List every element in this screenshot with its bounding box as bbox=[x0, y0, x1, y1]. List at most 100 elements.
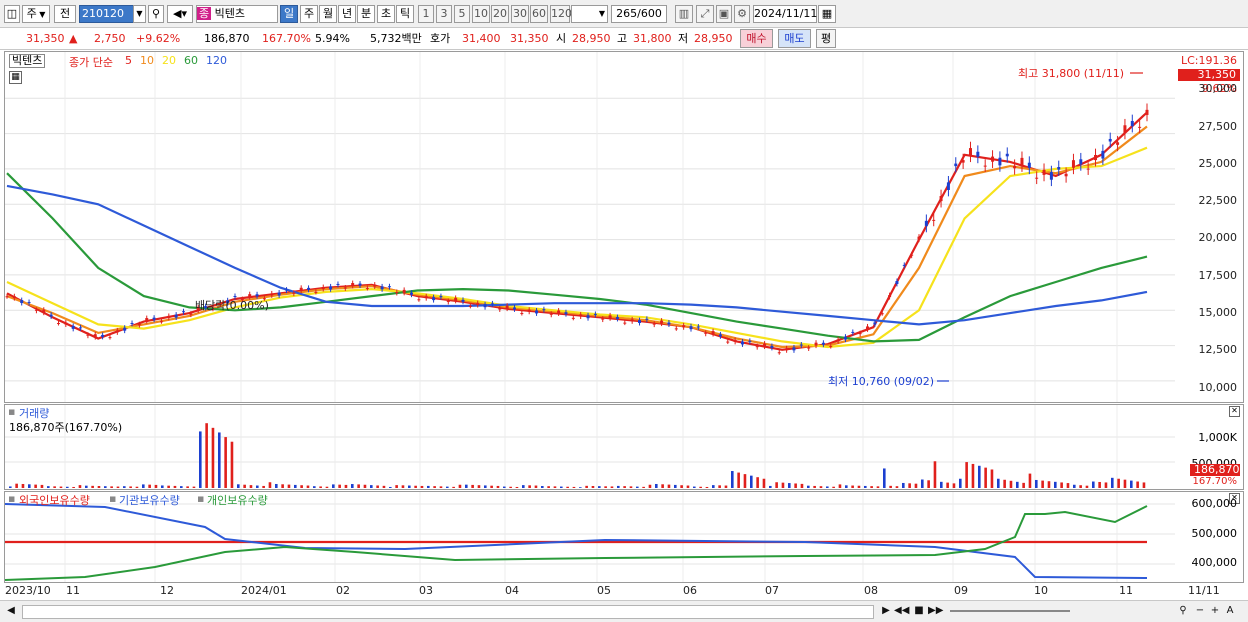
volume-bar bbox=[262, 485, 265, 488]
volume-bar bbox=[1123, 479, 1127, 488]
volume-bar bbox=[699, 486, 702, 488]
candle-body bbox=[439, 296, 443, 298]
search-icon[interactable]: ⚲ bbox=[148, 5, 164, 23]
holdings-tick-500k: 500,000 bbox=[1191, 527, 1238, 540]
volume-bar bbox=[1136, 481, 1139, 488]
volume-bar bbox=[452, 486, 455, 488]
volume-chart-panel[interactable]: ▪ 거래량 186,870주(167.70%) ✕ 1,000K 500,000… bbox=[4, 404, 1244, 490]
volume-bar bbox=[750, 475, 753, 488]
candle-body bbox=[42, 309, 46, 313]
interval-5-button[interactable]: 5 bbox=[454, 5, 470, 23]
period-4-button[interactable]: 분 bbox=[357, 5, 375, 23]
volume-bar bbox=[1054, 481, 1057, 488]
ma-60-legend: 60 bbox=[184, 54, 198, 67]
candle-body bbox=[829, 346, 833, 348]
candle-body bbox=[770, 345, 774, 348]
x-label: 11 bbox=[1119, 584, 1133, 597]
buy-button[interactable]: 매수 bbox=[740, 29, 773, 48]
candle-body bbox=[5, 296, 9, 298]
volume-bar bbox=[59, 486, 63, 488]
period-6-button[interactable]: 틱 bbox=[396, 5, 414, 23]
holdings-chart-panel[interactable]: ▪ 외국인보유수량 ▪ 기관보유수량 ▪ 개인보유수량 ✕ 600,000 50… bbox=[4, 491, 1244, 583]
stop-icon[interactable]: ■ bbox=[912, 603, 926, 619]
date-field[interactable]: 2024/11/11 bbox=[753, 5, 817, 23]
scroll-bar[interactable]: ◀ ▶ ◀◀ ■ ▶▶ ⚲ − + A bbox=[0, 600, 1248, 622]
volume-tag-pct: 167.70% bbox=[1192, 476, 1238, 487]
sell-button[interactable]: 매도 bbox=[778, 29, 811, 48]
candle-body bbox=[365, 288, 369, 290]
volume-bar bbox=[129, 486, 132, 488]
panel-marker-icon: ▪ bbox=[8, 492, 16, 505]
volume-bar bbox=[40, 484, 44, 488]
chart-type-icon[interactable]: ▥ bbox=[675, 5, 693, 23]
x-label: 03 bbox=[419, 584, 433, 597]
zoom-in-icon[interactable]: + bbox=[1208, 603, 1222, 619]
stock-name: 빅텐츠 bbox=[214, 7, 245, 20]
scroll-track[interactable] bbox=[22, 605, 874, 619]
zoom-out-icon[interactable]: − bbox=[1193, 603, 1207, 619]
calendar-icon[interactable]: ▦ bbox=[818, 5, 836, 23]
count-field[interactable]: 265/600 bbox=[611, 5, 667, 23]
interval-30-button[interactable]: 30 bbox=[511, 5, 529, 23]
count-dropdown[interactable]: ▼ bbox=[571, 5, 608, 23]
interval-60-button[interactable]: 60 bbox=[530, 5, 548, 23]
period-2-button[interactable]: 월 bbox=[319, 5, 337, 23]
candle-body bbox=[329, 286, 333, 290]
code-dropdown-icon[interactable]: ▼ bbox=[133, 5, 146, 23]
interval-10-button[interactable]: 10 bbox=[472, 5, 490, 23]
volume-bar bbox=[319, 486, 322, 488]
up-arrow-icon: ▲ bbox=[69, 32, 78, 45]
close-icon[interactable]: ✕ bbox=[1229, 406, 1240, 417]
prev-button[interactable]: 전 bbox=[54, 5, 76, 23]
period-3-button[interactable]: 년 bbox=[338, 5, 356, 23]
candle-body bbox=[152, 317, 156, 320]
volume-bar bbox=[1022, 482, 1025, 488]
price-tick: 17,500 bbox=[1198, 269, 1238, 282]
market-select[interactable]: 주 ▼ bbox=[22, 5, 50, 23]
volume-bar bbox=[857, 485, 861, 488]
volume-bar bbox=[604, 486, 607, 488]
speaker-icon[interactable]: ◀▾ bbox=[167, 5, 193, 23]
volume-bar bbox=[344, 484, 348, 488]
scroll-left-icon[interactable]: ◀ bbox=[4, 603, 18, 619]
period-5-button[interactable]: 초 bbox=[377, 5, 395, 23]
volume-chart bbox=[5, 405, 1175, 489]
avg-button[interactable]: 평 bbox=[816, 29, 836, 48]
volume-bar bbox=[161, 485, 164, 488]
period-0-button[interactable]: 일 bbox=[280, 5, 298, 23]
volume-bar bbox=[180, 486, 183, 488]
price-chart-panel[interactable]: 빅텐츠 종가 단순 5 10 20 60 120 ▦ LC:191.36 31,350 … bbox=[4, 51, 1244, 403]
candle-body bbox=[638, 320, 642, 324]
bid-price: 31,350 bbox=[510, 32, 549, 45]
zoom-icon[interactable]: ⚲ bbox=[1176, 603, 1190, 619]
auto-scale-icon[interactable]: A bbox=[1223, 603, 1237, 619]
volume-bar bbox=[826, 486, 829, 488]
gear-icon[interactable]: ⚙ bbox=[734, 5, 750, 23]
volume-bar bbox=[15, 483, 18, 488]
rewind-icon[interactable]: ◀◀ bbox=[894, 603, 909, 619]
table-icon[interactable]: ▦ bbox=[9, 71, 22, 84]
window-icon[interactable]: ◫ bbox=[4, 5, 20, 23]
save-icon[interactable]: ▣ bbox=[716, 5, 732, 23]
zoom-slider[interactable] bbox=[950, 610, 1070, 612]
volume-bar bbox=[72, 486, 75, 488]
candle-body bbox=[1116, 142, 1120, 145]
draw-tool-icon[interactable]: ⤢ bbox=[696, 5, 714, 23]
interval-3-button[interactable]: 3 bbox=[436, 5, 452, 23]
low-price: 28,950 bbox=[694, 32, 733, 45]
candle-body bbox=[351, 283, 355, 287]
volume-bar bbox=[142, 484, 145, 488]
candle-body bbox=[1049, 172, 1053, 180]
x-axis: 2023/10 11 12 2024/01 02 03 04 05 06 07 … bbox=[0, 583, 1248, 599]
ma-legend: 5 10 20 60 120 bbox=[125, 54, 235, 67]
scroll-right-icon[interactable]: ▶ bbox=[879, 603, 893, 619]
interval-20-button[interactable]: 20 bbox=[491, 5, 509, 23]
period-1-button[interactable]: 주 bbox=[300, 5, 318, 23]
interval-1-button[interactable]: 1 bbox=[418, 5, 434, 23]
volume-bar bbox=[528, 485, 531, 488]
stock-name-field[interactable]: 종 빅텐츠 bbox=[196, 5, 278, 23]
interval-120-button[interactable]: 120 bbox=[550, 5, 572, 23]
volume-bar bbox=[66, 486, 69, 488]
fast-forward-icon[interactable]: ▶▶ bbox=[928, 603, 943, 619]
high-price: 31,800 bbox=[633, 32, 672, 45]
